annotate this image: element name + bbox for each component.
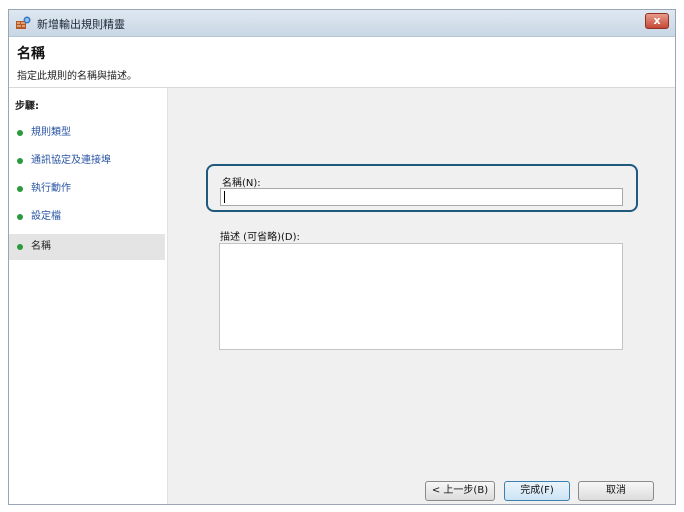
step-label: 名稱 bbox=[31, 241, 51, 252]
step-bullet-icon bbox=[17, 244, 23, 250]
page-title: 名稱 bbox=[17, 46, 45, 62]
step-label: 執行動作 bbox=[31, 183, 71, 194]
text-caret bbox=[224, 191, 225, 203]
step-rule-type[interactable]: 規則類型 bbox=[9, 120, 165, 146]
step-protocol-ports[interactable]: 通訊協定及連接埠 bbox=[9, 148, 165, 174]
step-bullet-icon bbox=[17, 214, 23, 220]
firewall-app-icon bbox=[15, 15, 31, 31]
cancel-button[interactable]: 取消 bbox=[578, 481, 654, 501]
steps-heading: 步驟: bbox=[15, 101, 39, 112]
step-label: 設定檔 bbox=[31, 211, 61, 222]
content-pane: 名稱(N): 描述 (可省略)(D): < 上一步(B) 完成(F) 取消 bbox=[168, 88, 675, 504]
finish-button[interactable]: 完成(F) bbox=[504, 481, 570, 501]
back-button[interactable]: < 上一步(B) bbox=[425, 481, 495, 501]
name-field-highlight: 名稱(N): bbox=[206, 164, 638, 212]
description-textarea[interactable] bbox=[219, 243, 623, 350]
page-subtitle: 指定此規則的名稱與描述。 bbox=[17, 71, 137, 82]
wizard-header: 名稱 指定此規則的名稱與描述。 bbox=[9, 37, 675, 88]
step-bullet-icon bbox=[17, 186, 23, 192]
wizard-window: 新增輸出規則精靈 x 名稱 指定此規則的名稱與描述。 步驟: 規則類型 通訊協定… bbox=[8, 9, 676, 505]
name-label: 名稱(N): bbox=[222, 178, 261, 189]
step-action[interactable]: 執行動作 bbox=[9, 176, 165, 202]
description-label: 描述 (可省略)(D): bbox=[220, 232, 300, 243]
steps-sidebar: 步驟: 規則類型 通訊協定及連接埠 執行動作 設定檔 名稱 bbox=[9, 88, 168, 504]
step-bullet-icon bbox=[17, 130, 23, 136]
close-button[interactable]: x bbox=[645, 13, 669, 29]
close-icon: x bbox=[653, 14, 661, 27]
title-bar: 新增輸出規則精靈 x bbox=[9, 10, 675, 37]
window-title: 新增輸出規則精靈 bbox=[37, 18, 125, 31]
step-label: 規則類型 bbox=[31, 127, 71, 138]
step-profile[interactable]: 設定檔 bbox=[9, 204, 165, 230]
name-input[interactable] bbox=[220, 188, 623, 206]
step-bullet-icon bbox=[17, 158, 23, 164]
step-label: 通訊協定及連接埠 bbox=[31, 155, 111, 166]
step-name[interactable]: 名稱 bbox=[9, 234, 165, 260]
